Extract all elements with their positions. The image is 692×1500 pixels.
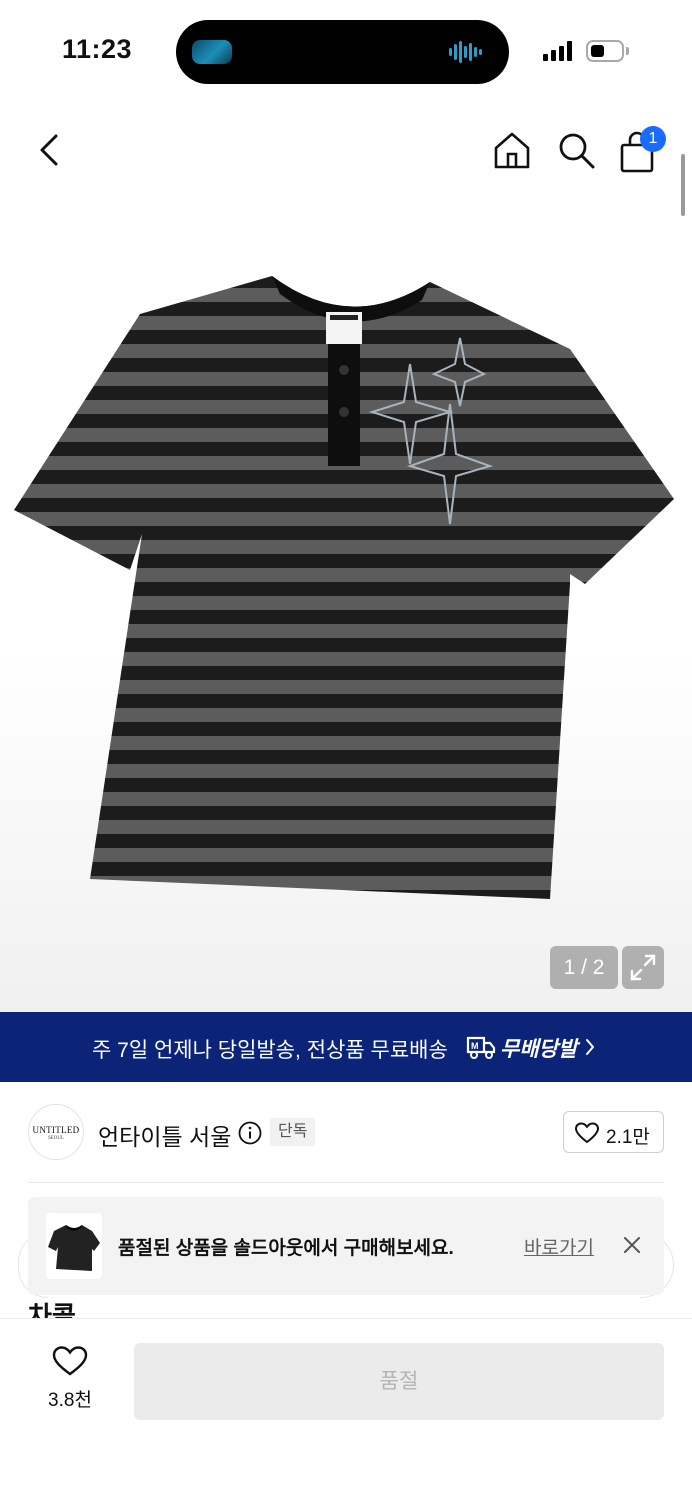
wishlist-button[interactable]: 3.8천: [30, 1345, 110, 1417]
brand-logo-subtext: SEOUL: [47, 1136, 65, 1141]
section-divider: [28, 1182, 664, 1183]
home-icon: [494, 132, 530, 169]
shipping-service-name: 무배당발: [500, 1038, 578, 1061]
cellular-signal-icon: [543, 41, 572, 61]
battery-icon: [586, 40, 624, 62]
gallery-page-counter: 1 / 2: [550, 946, 618, 989]
soldout-notice-thumbnail: [46, 1213, 102, 1279]
brand-like-count: 2.1만: [606, 1127, 650, 1148]
exclusive-badge: 단독: [270, 1118, 316, 1146]
info-icon[interactable]: [238, 1121, 262, 1145]
bottom-action-bar: 3.8천 품절: [0, 1318, 692, 1500]
soldout-purchase-button[interactable]: 품절: [134, 1343, 664, 1420]
cart-count-badge: 1: [640, 126, 666, 152]
shipping-promo-banner[interactable]: 주 7일 언제나 당일발송, 전상품 무료배송 M 무배당발: [0, 1012, 692, 1082]
search-button[interactable]: [556, 130, 596, 170]
wishlist-count: 3.8천: [48, 1390, 92, 1411]
product-image-gallery[interactable]: 1 1 / 2: [0, 104, 692, 1012]
status-time: 11:23: [62, 34, 133, 64]
product-image: [14, 276, 674, 899]
product-color-name: 차콜: [28, 1301, 76, 1318]
fullscreen-button[interactable]: [622, 946, 664, 989]
search-icon: [559, 133, 595, 169]
delivery-truck-icon: M: [466, 1036, 496, 1059]
svg-text:M: M: [471, 1041, 479, 1051]
status-bar: 11:23: [0, 0, 692, 104]
brand-name-link[interactable]: 언타이틀 서울: [98, 1118, 231, 1152]
scroll-indicator: [681, 154, 685, 216]
brand-like-button[interactable]: 2.1만: [563, 1111, 664, 1153]
battery-cap: [626, 47, 629, 55]
brand-logo-text: UNTITLED: [32, 1125, 80, 1135]
soldout-notice: 품절된 상품을 솔드아웃에서 구매해보세요. 바로가기: [28, 1197, 664, 1295]
audio-wave-icon: [449, 41, 482, 63]
back-button[interactable]: [34, 132, 66, 168]
soldout-notice-message: 품절된 상품을 솔드아웃에서 구매해보세요.: [118, 1238, 454, 1259]
brand-logo[interactable]: UNTITLED SEOUL: [28, 1104, 84, 1160]
battery-level: [591, 45, 604, 57]
product-thumbnail-image: [48, 1225, 100, 1271]
expand-icon: [630, 954, 656, 981]
dynamic-island: [176, 20, 509, 84]
shipping-promo-text: 주 7일 언제나 당일발송, 전상품 무료배송: [92, 1039, 448, 1062]
close-icon[interactable]: [622, 1235, 642, 1255]
heart-outline-icon: [52, 1346, 88, 1376]
now-playing-artwork: [192, 40, 232, 64]
chevron-right-icon: [586, 1039, 594, 1055]
cart-button[interactable]: 1: [618, 126, 666, 173]
back-icon: [40, 134, 58, 166]
home-button[interactable]: [492, 130, 532, 170]
soldout-notice-link[interactable]: 바로가기: [524, 1233, 594, 1260]
heart-outline-icon: [574, 1122, 600, 1144]
